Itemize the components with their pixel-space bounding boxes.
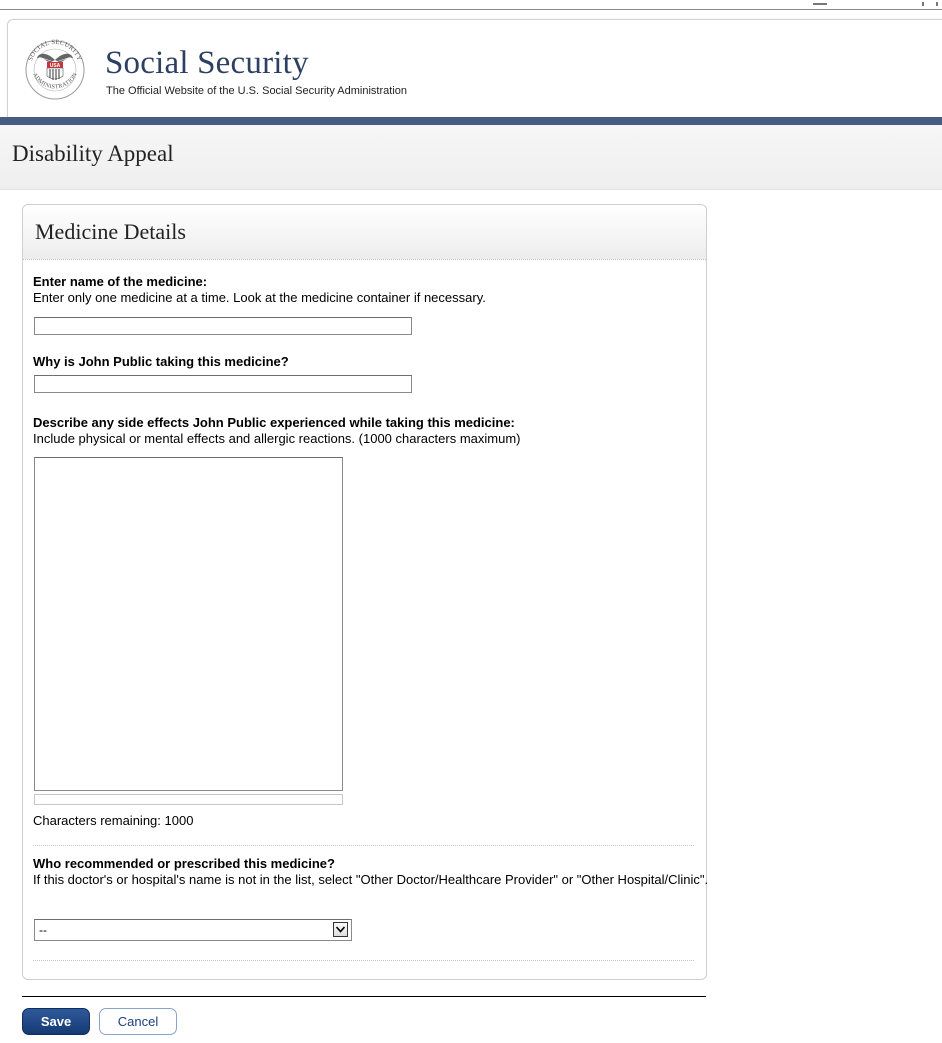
reason-input[interactable]	[34, 375, 412, 393]
browser-top-strip	[0, 0, 942, 10]
action-divider	[22, 996, 706, 997]
window-control-mark	[922, 2, 924, 6]
cancel-button[interactable]: Cancel	[99, 1008, 177, 1035]
prescriber-select[interactable]: --	[34, 919, 352, 941]
section-divider	[33, 960, 694, 961]
side-effects-help: Include physical or mental effects and a…	[33, 431, 521, 446]
chevron-down-icon[interactable]	[333, 922, 348, 937]
save-button[interactable]: Save	[22, 1008, 90, 1035]
section-divider	[33, 845, 694, 846]
prescriber-help: If this doctor's or hospital's name is n…	[33, 872, 709, 887]
side-effects-label: Describe any side effects John Public ex…	[33, 415, 515, 430]
side-effects-textarea[interactable]	[34, 457, 343, 791]
prescriber-label: Who recommended or prescribed this medic…	[33, 856, 335, 871]
site-header: SOCIAL SECURITY ADMINISTRATION USA Socia…	[7, 19, 942, 120]
characters-remaining-label: Characters remaining:	[33, 813, 161, 828]
page-title: Disability Appeal	[12, 141, 174, 166]
window-control-mark	[813, 3, 827, 5]
header-accent-bar	[0, 117, 942, 125]
textarea-horizontal-scrollbar[interactable]	[34, 794, 343, 805]
characters-remaining: Characters remaining: 1000	[33, 813, 193, 829]
reason-label: Why is John Public taking this medicine?	[33, 354, 289, 369]
panel-title: Medicine Details	[35, 219, 186, 244]
ssa-seal-icon[interactable]: SOCIAL SECURITY ADMINISTRATION USA	[25, 30, 85, 106]
window-control-mark	[936, 2, 938, 6]
medicine-name-input[interactable]	[34, 317, 412, 335]
medicine-name-label: Enter name of the medicine:	[33, 274, 208, 289]
characters-remaining-count: 1000	[164, 813, 194, 828]
prescriber-select-value: --	[39, 923, 47, 937]
site-subtitle: The Official Website of the U.S. Social …	[106, 85, 408, 97]
medicine-name-help: Enter only one medicine at a time. Look …	[33, 290, 486, 305]
panel-header: Medicine Details	[23, 205, 706, 260]
site-title[interactable]: Social Security	[105, 43, 309, 83]
